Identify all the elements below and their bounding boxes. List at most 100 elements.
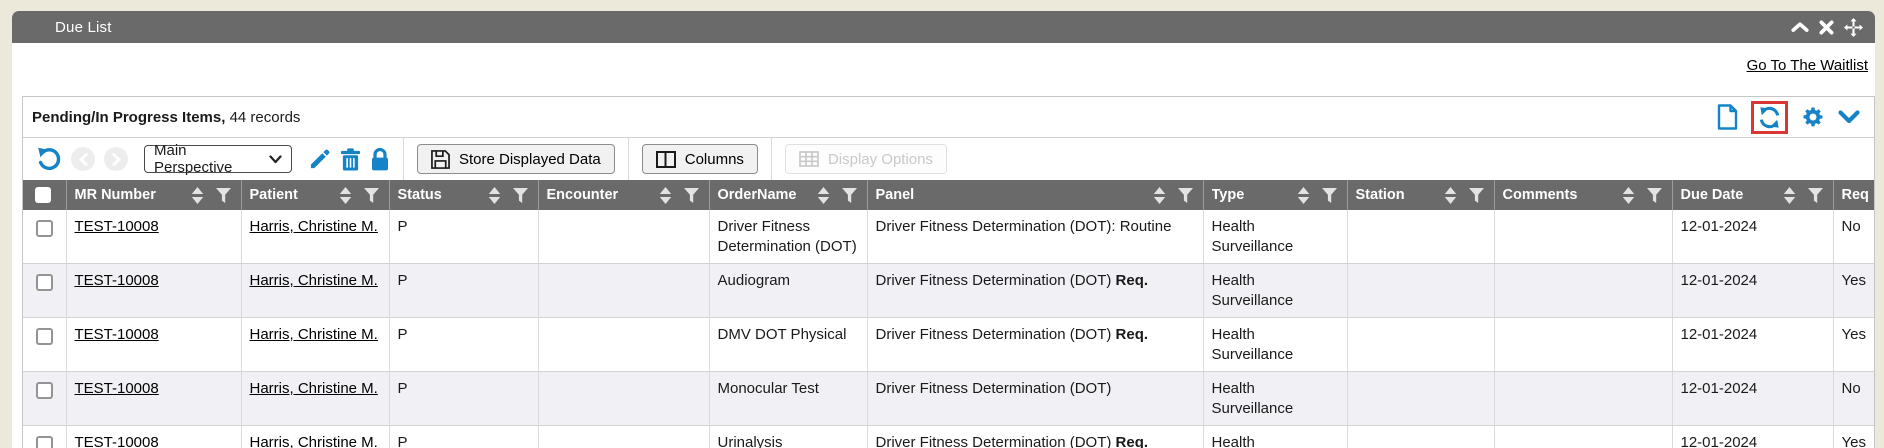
- row-checkbox[interactable]: [36, 220, 53, 237]
- filter-icon[interactable]: [364, 188, 379, 203]
- mr-number-link[interactable]: TEST-10008: [75, 326, 159, 343]
- chevron-down-icon[interactable]: [1838, 110, 1860, 124]
- refresh-highlight-box: [1751, 101, 1788, 134]
- column-header-type[interactable]: Type: [1203, 180, 1347, 210]
- patient-link[interactable]: Harris, Christine M.: [250, 272, 378, 289]
- comments-cell: [1494, 318, 1672, 372]
- filter-icon[interactable]: [1178, 188, 1193, 203]
- panel-req-flag: Req.: [1116, 272, 1149, 289]
- row-checkbox[interactable]: [36, 328, 53, 345]
- select-all-checkbox[interactable]: [35, 187, 51, 203]
- table-row: TEST-10008 Harris, Christine M. P Driver…: [23, 210, 1874, 264]
- ordername-cell: Urinalysis: [709, 426, 867, 448]
- next-perspective-button[interactable]: [104, 147, 128, 171]
- undo-icon[interactable]: [36, 147, 62, 172]
- column-header-order[interactable]: OrderName: [709, 180, 867, 210]
- patient-cell: Harris, Christine M.: [241, 372, 389, 426]
- filter-icon[interactable]: [842, 188, 857, 203]
- comments-cell: [1494, 210, 1672, 264]
- trash-icon[interactable]: [340, 148, 361, 171]
- encounter-cell: [538, 264, 709, 318]
- panel-req-flag: Req.: [1116, 326, 1149, 343]
- store-displayed-data-button[interactable]: Store Displayed Data: [417, 144, 615, 174]
- row-checkbox[interactable]: [36, 382, 53, 399]
- filter-icon[interactable]: [684, 188, 699, 203]
- filter-icon[interactable]: [1808, 188, 1823, 203]
- req-cell: Yes: [1833, 426, 1874, 448]
- encounter-cell: [538, 318, 709, 372]
- column-header-status[interactable]: Status: [389, 180, 538, 210]
- filter-icon[interactable]: [513, 188, 528, 203]
- mr-number-cell: TEST-10008: [66, 372, 241, 426]
- panel-cell: Driver Fitness Determination (DOT): Rout…: [867, 210, 1203, 264]
- display-options-button: Display Options: [785, 144, 947, 174]
- encounter-cell: [538, 210, 709, 264]
- collapse-icon[interactable]: [1791, 21, 1809, 33]
- column-header-station[interactable]: Station: [1347, 180, 1494, 210]
- row-checkbox[interactable]: [36, 436, 53, 448]
- refresh-icon[interactable]: [1757, 105, 1782, 130]
- sort-icon[interactable]: [659, 187, 672, 204]
- panel-cell: Driver Fitness Determination (DOT) Req.: [867, 318, 1203, 372]
- columns-icon: [656, 151, 676, 168]
- mr-number-link[interactable]: TEST-10008: [75, 272, 159, 289]
- mr-number-link[interactable]: TEST-10008: [75, 434, 159, 448]
- sort-icon[interactable]: [1297, 187, 1310, 204]
- chevron-right-icon: [112, 153, 121, 166]
- column-header-encounter[interactable]: Encounter: [538, 180, 709, 210]
- sort-icon[interactable]: [488, 187, 501, 204]
- filter-icon[interactable]: [1469, 188, 1484, 203]
- waitlist-link[interactable]: Go To The Waitlist: [1747, 57, 1868, 74]
- sort-icon[interactable]: [817, 187, 830, 204]
- column-header-mr[interactable]: MR Number: [66, 180, 241, 210]
- sort-icon[interactable]: [339, 187, 352, 204]
- columns-button[interactable]: Columns: [642, 144, 758, 174]
- sort-icon[interactable]: [191, 187, 204, 204]
- panel-toolbar: Main Perspective Store Displayed Data: [23, 137, 1874, 180]
- pencil-icon[interactable]: [308, 148, 331, 171]
- mr-number-link[interactable]: TEST-10008: [75, 380, 159, 397]
- column-header-comments[interactable]: Comments: [1494, 180, 1672, 210]
- close-icon[interactable]: [1819, 20, 1834, 35]
- filter-icon[interactable]: [1647, 188, 1662, 203]
- column-header-patient[interactable]: Patient: [241, 180, 389, 210]
- row-checkbox[interactable]: [36, 274, 53, 291]
- column-header-panel[interactable]: Panel: [867, 180, 1203, 210]
- column-header-due[interactable]: Due Date: [1672, 180, 1833, 210]
- station-cell: [1347, 426, 1494, 448]
- sort-icon[interactable]: [1783, 187, 1796, 204]
- patient-cell: Harris, Christine M.: [241, 264, 389, 318]
- move-icon[interactable]: [1844, 18, 1863, 37]
- perspective-select[interactable]: Main Perspective: [144, 145, 292, 173]
- sort-icon[interactable]: [1153, 187, 1166, 204]
- patient-link[interactable]: Harris, Christine M.: [250, 218, 378, 235]
- req-cell: Yes: [1833, 318, 1874, 372]
- filter-icon[interactable]: [1322, 188, 1337, 203]
- patient-link[interactable]: Harris, Christine M.: [250, 326, 378, 343]
- station-cell: [1347, 264, 1494, 318]
- type-cell: Health Surveillance: [1203, 372, 1347, 426]
- sort-icon[interactable]: [1622, 187, 1635, 204]
- sort-icon[interactable]: [1444, 187, 1457, 204]
- panel-title-text: Pending/In Progress Items,: [32, 109, 225, 126]
- filter-icon[interactable]: [216, 188, 231, 203]
- due-list-table-wrap: MR NumberPatientStatusEncounterOrderName…: [23, 180, 1874, 448]
- patient-link[interactable]: Harris, Christine M.: [250, 380, 378, 397]
- mr-number-cell: TEST-10008: [66, 426, 241, 448]
- lock-icon[interactable]: [370, 147, 390, 171]
- link-row: Go To The Waitlist: [12, 43, 1875, 96]
- perspective-selected-value: Main Perspective: [154, 142, 269, 176]
- new-document-icon[interactable]: [1717, 104, 1738, 130]
- column-header-req[interactable]: Req: [1833, 180, 1874, 210]
- perspective-group: Main Perspective: [23, 138, 403, 180]
- mr-number-link[interactable]: TEST-10008: [75, 218, 159, 235]
- table-header-row: MR NumberPatientStatusEncounterOrderName…: [23, 180, 1874, 210]
- gear-icon[interactable]: [1801, 105, 1825, 129]
- patient-link[interactable]: Harris, Christine M.: [250, 434, 378, 448]
- patient-cell: Harris, Christine M.: [241, 210, 389, 264]
- due-list-widget: Due List Go To The Waitlist Pending/In P…: [12, 11, 1875, 448]
- previous-perspective-button[interactable]: [71, 147, 95, 171]
- select-chevron-icon: [269, 155, 282, 164]
- column-header-select: [23, 180, 66, 210]
- ordername-cell: DMV DOT Physical: [709, 318, 867, 372]
